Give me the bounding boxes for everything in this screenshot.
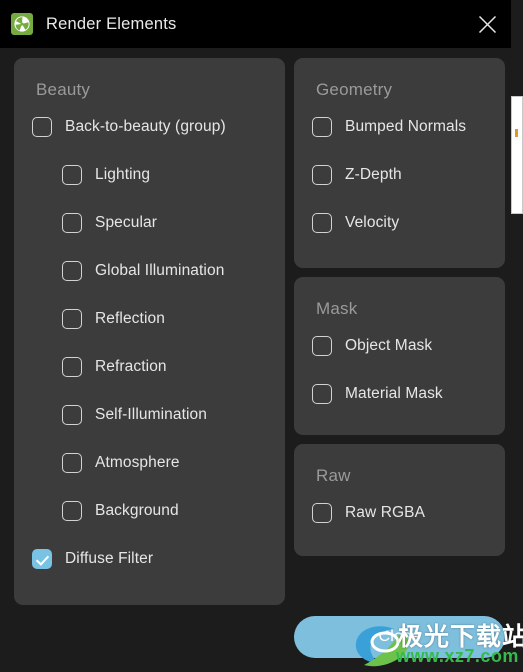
checkbox-row-atmosphere[interactable]: Atmosphere xyxy=(14,450,285,476)
checkbox-row-specular[interactable]: Specular xyxy=(14,210,285,236)
checkbox-label: Refraction xyxy=(95,358,167,375)
checkbox-label: Specular xyxy=(95,214,157,231)
checkbox-object-mask[interactable] xyxy=(312,336,332,356)
checkbox-row-self-illumination[interactable]: Self-Illumination xyxy=(14,402,285,428)
checkbox-back-to-beauty[interactable] xyxy=(32,117,52,137)
checkbox-label: Object Mask xyxy=(345,337,433,354)
checkbox-self-illumination[interactable] xyxy=(62,405,82,425)
checkbox-label: Background xyxy=(95,502,179,519)
checkbox-label: Atmosphere xyxy=(95,454,180,471)
window-title: Render Elements xyxy=(46,14,177,33)
checkbox-label: Lighting xyxy=(95,166,151,183)
title-bar: Render Elements xyxy=(0,0,511,48)
checkbox-label: Z-Depth xyxy=(345,166,402,183)
panel-beauty: Beauty Back-to-beauty (group) Lighting S… xyxy=(14,58,285,605)
checkbox-lighting[interactable] xyxy=(62,165,82,185)
checkbox-specular[interactable] xyxy=(62,213,82,233)
panel-title-beauty: Beauty xyxy=(36,80,91,99)
checkbox-label: Global Illumination xyxy=(95,262,225,279)
checkbox-row-bumped-normals[interactable]: Bumped Normals xyxy=(294,114,505,140)
checkbox-refraction[interactable] xyxy=(62,357,82,377)
checkbox-velocity[interactable] xyxy=(312,213,332,233)
checkbox-label: Self-Illumination xyxy=(95,406,207,423)
vray-sphere-icon xyxy=(11,13,33,35)
checkbox-row-lighting[interactable]: Lighting xyxy=(14,162,285,188)
checkbox-global-illumination[interactable] xyxy=(62,261,82,281)
checkbox-row-global-illumination[interactable]: Global Illumination xyxy=(14,258,285,284)
checkbox-row-background[interactable]: Background xyxy=(14,498,285,524)
checkbox-raw-rgba[interactable] xyxy=(312,503,332,523)
checkbox-label: Diffuse Filter xyxy=(65,550,154,567)
checkbox-background[interactable] xyxy=(62,501,82,521)
background-window xyxy=(511,96,523,214)
panel-title-raw: Raw xyxy=(316,466,351,485)
panel-title-mask: Mask xyxy=(316,299,358,318)
checkbox-row-diffuse-filter[interactable]: Diffuse Filter xyxy=(14,546,285,572)
checkbox-diffuse-filter[interactable] xyxy=(32,549,52,569)
checkbox-label: Raw RGBA xyxy=(345,504,426,521)
checkbox-row-velocity[interactable]: Velocity xyxy=(294,210,505,236)
checkbox-row-z-depth[interactable]: Z-Depth xyxy=(294,162,505,188)
panel-title-geometry: Geometry xyxy=(316,80,393,99)
checkbox-row-back-to-beauty[interactable]: Back-to-beauty (group) xyxy=(14,114,285,140)
checkbox-label: Reflection xyxy=(95,310,165,327)
checkbox-reflection[interactable] xyxy=(62,309,82,329)
panel-mask: Mask Object Mask Material Mask xyxy=(294,277,505,435)
panel-geometry: Geometry Bumped Normals Z-Depth Velocity xyxy=(294,58,505,268)
checkbox-row-reflection[interactable]: Reflection xyxy=(14,306,285,332)
checkbox-label: Bumped Normals xyxy=(345,118,467,135)
checkbox-row-material-mask[interactable]: Material Mask xyxy=(294,381,505,407)
checkbox-label: Velocity xyxy=(345,214,400,231)
panel-raw: Raw Raw RGBA xyxy=(294,444,505,556)
render-elements-dialog: Render Elements Beauty Back-to-beauty (g… xyxy=(0,0,511,672)
checkbox-label: Material Mask xyxy=(345,385,443,402)
checkbox-row-object-mask[interactable]: Object Mask xyxy=(294,333,505,359)
checkbox-row-raw-rgba[interactable]: Raw RGBA xyxy=(294,500,505,526)
checkbox-label: Back-to-beauty (group) xyxy=(65,118,226,135)
close-button[interactable]: Close xyxy=(294,616,505,658)
checkbox-row-refraction[interactable]: Refraction xyxy=(14,354,285,380)
dialog-content: Beauty Back-to-beauty (group) Lighting S… xyxy=(0,48,511,672)
close-icon[interactable] xyxy=(473,10,501,38)
checkbox-material-mask[interactable] xyxy=(312,384,332,404)
background-window-marker xyxy=(515,129,518,137)
checkbox-z-depth[interactable] xyxy=(312,165,332,185)
checkbox-bumped-normals[interactable] xyxy=(312,117,332,137)
checkbox-atmosphere[interactable] xyxy=(62,453,82,473)
